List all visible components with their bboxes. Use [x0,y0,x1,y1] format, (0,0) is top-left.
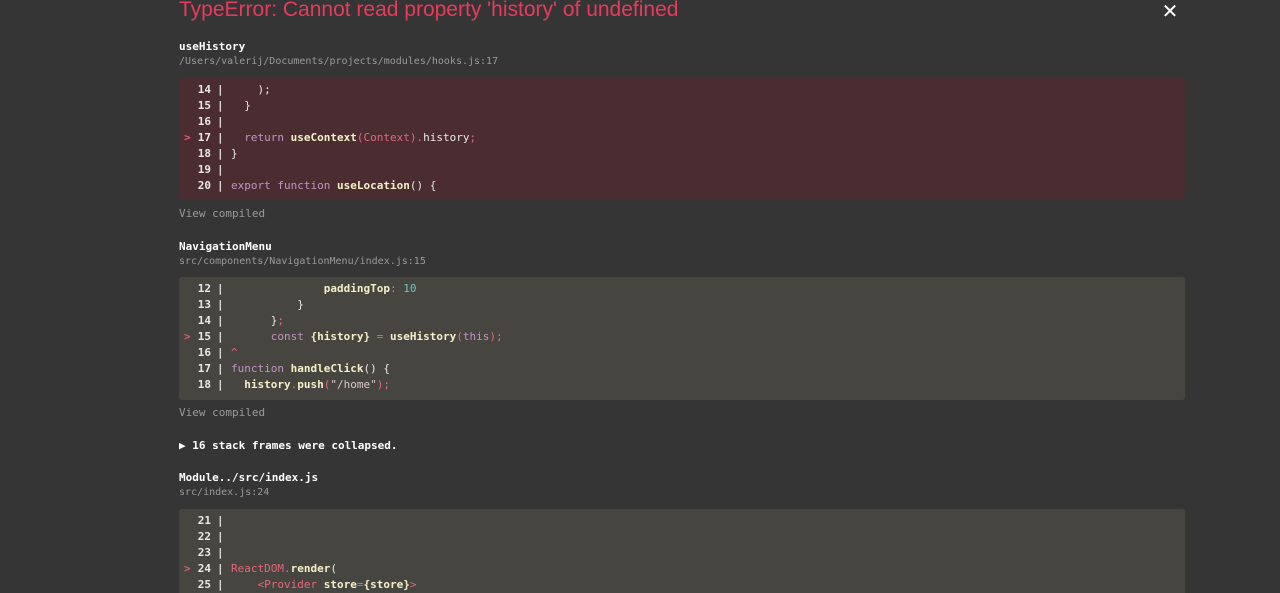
line-number: 14 [197,314,211,327]
gutter-separator: | [217,179,224,192]
code-text: export function useLocation() { [231,179,437,192]
error-title: TypeError: Cannot read property 'history… [179,0,679,21]
code-line: 22 | [179,529,1185,545]
frame-name: Module../src/index.js [179,471,319,484]
code-line: 20 | export function useLocation() { [179,178,1185,194]
code-text: <Provider store={store}> [231,578,417,591]
code-text: history.push("/home"); [231,378,390,391]
line-number: 23 [197,546,211,559]
line-number: 15 [197,330,211,343]
code-line: 23 | [179,545,1185,561]
gutter-separator: | [217,578,224,591]
line-number: 16 [197,346,211,359]
code-line: 16 | ^ [179,345,1185,361]
code-line: 14 | ); [179,82,1185,98]
line-number: 13 [197,298,211,311]
line-number: 18 [197,147,211,160]
gutter-separator: | [217,562,224,575]
code-text: return useContext(Context).history; [231,131,477,144]
line-number: 16 [197,115,211,128]
code-text: } [231,147,238,160]
code-text: ReactDOM.render( [231,562,337,575]
gutter-separator: | [217,298,224,311]
line-number: 14 [197,83,211,96]
gutter-separator: | [217,83,224,96]
gutter-separator: | [217,362,224,375]
code-line: 13 | } [179,297,1185,313]
line-number: 21 [197,514,211,527]
code-text: paddingTop: 10 [231,282,417,295]
code-line: 25 | <Provider store={store}> [179,577,1185,593]
code-block: 14 | ); 15 | } 16 | >17 | return useContext(Con… [179,78,1185,199]
code-text: } [231,298,304,311]
gutter-separator: | [217,378,224,391]
collapsed-frames-toggle[interactable]: ▶ 16 stack frames were collapsed. [179,439,398,452]
gutter-separator: | [217,131,224,144]
code-line: 18 | history.push("/home"); [179,377,1185,393]
code-line: 19 | [179,162,1185,178]
code-line-highlighted: >15 | const {history} = useHistory(this); [179,329,1185,345]
code-text: } [231,99,251,112]
code-line-highlighted: >24 | ReactDOM.render( [179,561,1185,577]
line-number: 18 [197,378,211,391]
code-line: 14 | }; [179,313,1185,329]
gutter-separator: | [217,330,224,343]
view-compiled-link[interactable]: View compiled [179,207,265,220]
code-line-highlighted: >17 | return useContext(Context).history; [179,130,1185,146]
gutter-separator: | [217,546,224,559]
gutter-separator: | [217,514,224,527]
gutter-separator: | [217,346,224,359]
frame-path: src/index.js:24 [179,487,270,498]
code-line: 21 | [179,513,1185,529]
frame-path: /Users/valerij/Documents/projects/module… [179,56,499,67]
line-number: 15 [197,99,211,112]
line-number: 20 [197,179,211,192]
line-number: 24 [197,562,211,575]
gutter-separator: | [217,147,224,160]
line-number: 17 [197,362,211,375]
close-icon[interactable]: ✕ [1158,0,1182,22]
code-text: }; [231,314,284,327]
code-text: ); [231,83,271,96]
code-block: 12 | paddingTop: 10 13 | } 14 | }; >15 | const … [179,277,1185,400]
line-number: 12 [197,282,211,295]
gutter-separator: | [217,282,224,295]
line-number: 22 [197,530,211,543]
gutter-separator: | [217,530,224,543]
gutter-separator: | [217,163,224,176]
code-text: const {history} = useHistory(this); [231,330,503,343]
code-line: 18 |} [179,146,1185,162]
frame-path: src/components/NavigationMenu/index.js:1… [179,256,426,267]
code-text: function handleClick() { [231,362,390,375]
gutter-separator: | [217,99,224,112]
line-number: 25 [197,578,211,591]
code-line: 17 | function handleClick() { [179,361,1185,377]
frame-name: useHistory [179,40,246,53]
gutter-separator: | [217,115,224,128]
frame-name: NavigationMenu [179,240,272,253]
code-line: 12 | paddingTop: 10 [179,281,1185,297]
code-text: ^ [231,346,238,359]
view-compiled-link[interactable]: View compiled [179,406,265,419]
code-block: 21 | 22 | 23 | >24 | ReactDOM.render(25 | <Provid… [179,509,1185,593]
line-number: 19 [197,163,211,176]
code-line: 15 | } [179,98,1185,114]
code-line: 16 | [179,114,1185,130]
gutter-separator: | [217,314,224,327]
line-number: 17 [197,131,211,144]
